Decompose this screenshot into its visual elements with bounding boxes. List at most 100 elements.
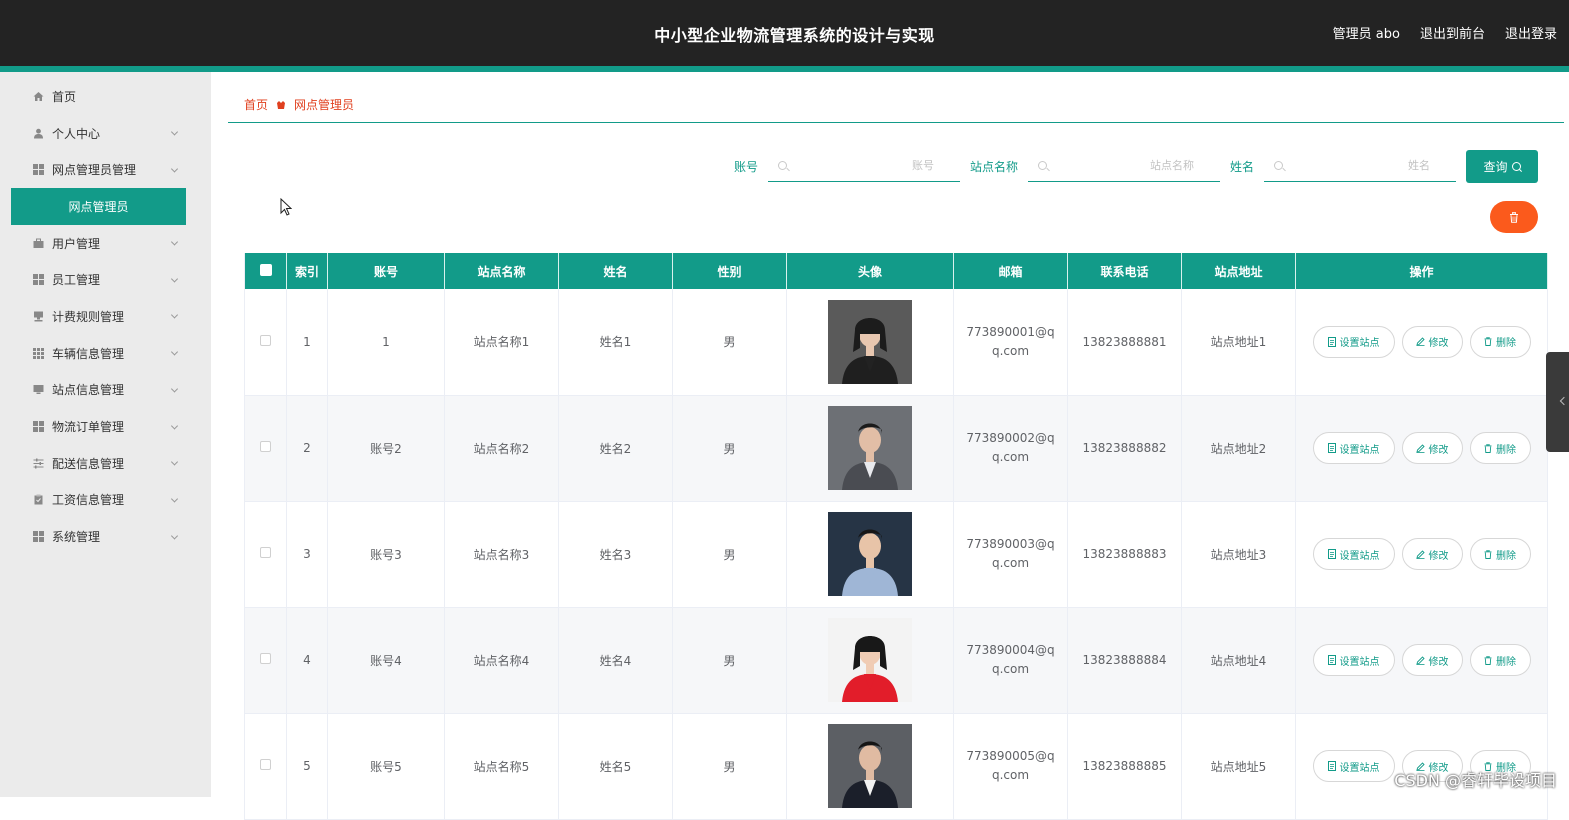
row-select-cell: [245, 395, 287, 501]
sidebar-menu: 首页 个人中心 网点管理员管理 网点管理员 用户管理 员工管理: [0, 72, 211, 555]
breadcrumb-home[interactable]: 首页: [244, 96, 268, 113]
document-icon: [1328, 443, 1336, 453]
name-label: 姓名: [1230, 158, 1254, 175]
row-name: 姓名5: [559, 713, 673, 819]
side-drawer-toggle[interactable]: [1546, 352, 1569, 452]
edit-button[interactable]: 修改: [1402, 326, 1463, 358]
row-checkbox[interactable]: [260, 441, 271, 452]
edit-button[interactable]: 修改: [1402, 644, 1463, 676]
row-station-name: 站点名称1: [445, 289, 559, 395]
row-checkbox[interactable]: [260, 759, 271, 770]
row-address: 站点地址5: [1182, 713, 1296, 819]
row-account: 1: [328, 289, 445, 395]
sidebar-item-station-admin-mgmt[interactable]: 网点管理员管理: [0, 151, 211, 188]
logout-link[interactable]: 退出登录: [1505, 23, 1557, 42]
set-station-button[interactable]: 设置站点: [1313, 326, 1395, 358]
sidebar-item-label: 系统管理: [52, 528, 100, 545]
admin-user-label[interactable]: 管理员 abo: [1333, 23, 1400, 42]
set-station-button[interactable]: 设置站点: [1313, 750, 1395, 782]
delete-label: 删除: [1496, 653, 1516, 668]
sidebar-item-profile[interactable]: 个人中心: [0, 115, 211, 152]
avatar: [828, 406, 912, 490]
avatar: [828, 300, 912, 384]
row-action-group: 设置站点 修改 删除: [1296, 326, 1547, 358]
admin-table: 索引 账号 站点名称 姓名 性别 头像 邮箱 联系电话 站点地址 操作 1 1 …: [244, 253, 1547, 820]
edit-button[interactable]: 修改: [1402, 432, 1463, 464]
set-station-button[interactable]: 设置站点: [1313, 538, 1395, 570]
table-body: 1 1 站点名称1 姓名1 男 773890001@qq.com 1382388…: [245, 289, 1548, 819]
breadcrumb-divider: [228, 122, 1564, 123]
breadcrumb-current: 网点管理员: [294, 96, 354, 113]
chevron-down-icon: [171, 128, 178, 135]
delete-button[interactable]: 删除: [1470, 538, 1531, 570]
row-checkbox[interactable]: [260, 547, 271, 558]
trash-icon: [1484, 337, 1492, 346]
edit-button[interactable]: 修改: [1402, 538, 1463, 570]
sidebar-subitem-label[interactable]: 网点管理员: [11, 188, 186, 225]
row-actions: 设置站点 修改 删除: [1296, 289, 1548, 395]
row-checkbox[interactable]: [260, 653, 271, 664]
name-search-field: [1264, 150, 1456, 182]
set-station-label: 设置站点: [1340, 759, 1380, 774]
sidebar-item-vehicles[interactable]: 车辆信息管理: [0, 335, 211, 372]
monitor-icon: [32, 384, 44, 396]
row-name: 姓名1: [559, 289, 673, 395]
document-icon: [1328, 761, 1336, 771]
sidebar-item-label: 计费规则管理: [52, 308, 124, 325]
col-station-name: 站点名称: [445, 253, 559, 289]
row-actions: 设置站点 修改 删除: [1296, 501, 1548, 607]
set-station-label: 设置站点: [1340, 653, 1380, 668]
mouse-cursor-icon: [280, 198, 292, 220]
sidebar-subitem-station-admin[interactable]: 网点管理员: [0, 188, 211, 225]
avatar: [828, 724, 912, 808]
row-station-name: 站点名称4: [445, 607, 559, 713]
row-address: 站点地址4: [1182, 607, 1296, 713]
row-action-group: 设置站点 修改 删除: [1296, 432, 1547, 464]
row-email: 773890002@qq.com: [954, 395, 1068, 501]
sidebar-item-billing-rules[interactable]: 计费规则管理: [0, 298, 211, 335]
row-station-name: 站点名称2: [445, 395, 559, 501]
sidebar-item-users[interactable]: 用户管理: [0, 225, 211, 262]
row-address: 站点地址3: [1182, 501, 1296, 607]
delete-button[interactable]: 删除: [1470, 432, 1531, 464]
row-phone: 13823888882: [1068, 395, 1182, 501]
sidebar-item-delivery[interactable]: 配送信息管理: [0, 445, 211, 482]
sidebar-item-label: 网点管理员管理: [52, 161, 136, 178]
row-actions: 设置站点 修改 删除: [1296, 395, 1548, 501]
sidebar-item-label: 用户管理: [52, 235, 100, 252]
name-search-input[interactable]: [1264, 150, 1456, 181]
row-phone: 13823888885: [1068, 713, 1182, 819]
delete-button[interactable]: 删除: [1470, 644, 1531, 676]
set-station-button[interactable]: 设置站点: [1313, 644, 1395, 676]
row-avatar-cell: [787, 713, 954, 819]
grid-icon: [32, 421, 44, 433]
sidebar-item-system[interactable]: 系统管理: [0, 518, 211, 555]
col-address: 站点地址: [1182, 253, 1296, 289]
row-account: 账号3: [328, 501, 445, 607]
row-index: 3: [287, 501, 328, 607]
select-all-checkbox[interactable]: [260, 264, 272, 276]
row-checkbox[interactable]: [260, 335, 271, 346]
email-text: 773890002@qq.com: [954, 429, 1067, 467]
query-button[interactable]: 查询: [1466, 150, 1538, 183]
station-name-search-input[interactable]: [1028, 150, 1220, 181]
sidebar-item-employees[interactable]: 员工管理: [0, 261, 211, 298]
row-station-name: 站点名称5: [445, 713, 559, 819]
person-icon: [32, 127, 44, 139]
sidebar-item-salary[interactable]: 工资信息管理: [0, 482, 211, 519]
set-station-button[interactable]: 设置站点: [1313, 432, 1395, 464]
select-all-cell: [245, 253, 287, 289]
delete-button[interactable]: 删除: [1470, 326, 1531, 358]
exit-to-front-link[interactable]: 退出到前台: [1420, 23, 1485, 42]
sidebar-item-home[interactable]: 首页: [0, 78, 211, 115]
chevron-down-icon: [171, 385, 178, 392]
avatar: [828, 618, 912, 702]
sidebar-item-orders[interactable]: 物流订单管理: [0, 408, 211, 445]
sidebar-item-stations[interactable]: 站点信息管理: [0, 372, 211, 409]
account-search-input[interactable]: [768, 150, 960, 181]
search-icon: [1274, 161, 1283, 170]
row-index: 5: [287, 713, 328, 819]
sidebar: 首页 个人中心 网点管理员管理 网点管理员 用户管理 员工管理: [0, 72, 211, 797]
batch-delete-button[interactable]: [1490, 201, 1538, 233]
row-name: 姓名2: [559, 395, 673, 501]
